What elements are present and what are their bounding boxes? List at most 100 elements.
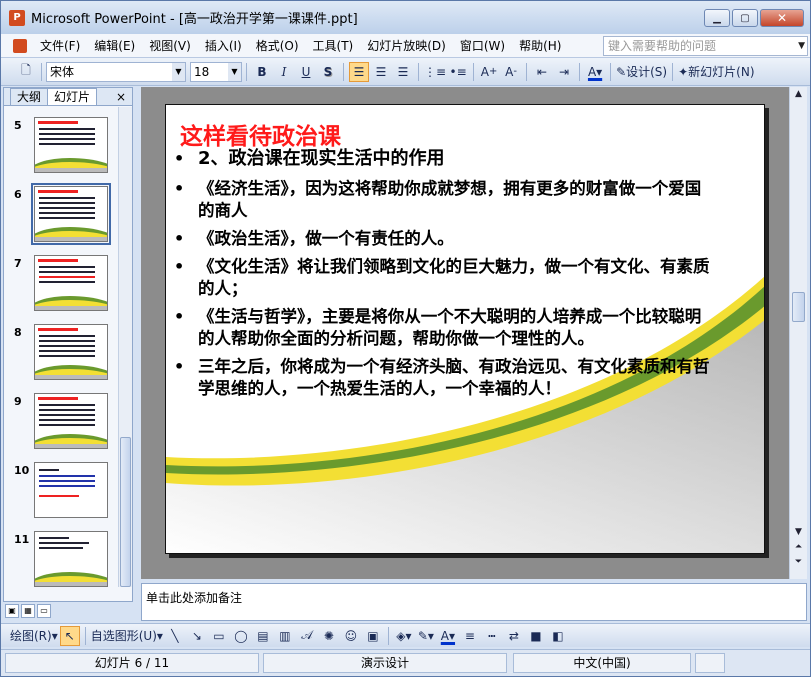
decrease-font-icon[interactable]: A- [501,62,521,82]
oval-icon[interactable]: ◯ [231,626,251,646]
chevron-down-icon[interactable]: ▼ [228,62,241,81]
diagram-icon[interactable]: ✺ [319,626,339,646]
slide-thumbnail[interactable]: 5 [10,117,110,177]
wordart-icon[interactable]: 𝒜 [297,626,317,646]
slide-thumbnail[interactable]: 10 [10,462,110,522]
scrollbar-thumb[interactable] [792,292,805,322]
arrow-icon[interactable]: ↘ [187,626,207,646]
textbox-icon[interactable]: ▤ [253,626,273,646]
slideshow-view-icon[interactable]: ▭ [37,604,51,618]
select-pointer-icon[interactable]: ↖ [59,625,80,646]
line-icon[interactable]: ╲ [165,626,185,646]
chevron-down-icon[interactable]: ▼ [798,37,805,55]
numbering-icon[interactable]: ⋮≡ [424,62,446,82]
scroll-up-icon[interactable]: ▲ [792,89,805,99]
close-pane-icon[interactable]: × [116,89,126,105]
help-placeholder: 键入需要帮助的问题 [608,39,717,53]
toolbar-separator [672,62,674,81]
underline-button[interactable]: U [296,62,316,82]
line-color-icon[interactable]: ✎▾ [416,626,436,646]
normal-view-icon[interactable]: ▣ [5,604,19,618]
draw-menu-button[interactable]: 绘图(R) ▾ [10,626,58,646]
font-size-select[interactable]: 18 ▼ [190,61,242,82]
drawing-toolbar: 绘图(R) ▾ ↖ 自选图形(U) ▾ ╲ ↘ ▭ ◯ ▤ ▥ 𝒜 ✺ ☺ ▣ ◈▾… [1,623,810,647]
slide-thumbnail[interactable]: 9 [10,393,110,453]
align-left-icon[interactable]: ☰ [349,61,369,82]
line-style-icon[interactable]: ≡ [460,626,480,646]
increase-font-icon[interactable]: A + [479,62,499,82]
scroll-down-icon[interactable]: ▼ [792,527,805,537]
menu-file[interactable]: 文件(F) [33,36,87,56]
close-button[interactable]: ✕ [760,9,804,27]
design-button[interactable]: ✎ 设计(S) [616,62,667,82]
slide-preview [34,324,108,380]
minimize-button[interactable]: ▁ [704,9,730,27]
slide-preview [31,183,111,245]
notes-pane[interactable]: 单击此处添加备注 [141,583,807,621]
bullets-icon[interactable]: •≡ [448,62,468,82]
rectangle-icon[interactable]: ▭ [209,626,229,646]
slide-title[interactable]: 这样看待政治课 [180,117,341,151]
slide-thumbnail[interactable]: 11 [10,531,110,587]
menu-format[interactable]: 格式(O) [249,36,306,56]
previous-slide-icon[interactable]: ⏶ [792,542,805,552]
slide-number: 7 [14,257,22,270]
font-color-icon[interactable]: A▾ [438,626,458,646]
tab-slides[interactable]: 幻灯片 [47,88,98,105]
window-controls: ▁ ▢ ✕ [704,9,804,27]
window-title: Microsoft PowerPoint - [高一政治开学第一课课件.ppt] [31,12,358,27]
shadow-style-icon[interactable]: ■ [526,626,546,646]
fill-color-icon[interactable]: ◈▾ [394,626,414,646]
slide-thumbnail[interactable]: 7 [10,255,110,315]
slide-thumbnail[interactable]: 8 [10,324,110,384]
vertical-textbox-icon[interactable]: ▥ [275,626,295,646]
font-color-icon[interactable]: A▾ [585,62,605,82]
menu-tools[interactable]: 工具(T) [306,36,361,56]
pane-tabs: 大纲 幻灯片 × [4,88,132,106]
italic-button[interactable]: I [274,62,294,82]
document-icon[interactable] [13,38,27,53]
menu-view[interactable]: 视图(V) [142,36,198,56]
toolbar-separator [387,626,389,645]
clipart-icon[interactable]: ☺ [341,626,361,646]
increase-indent-icon[interactable]: ⇥ [554,62,574,82]
bold-button[interactable]: B [252,62,272,82]
maximize-button[interactable]: ▢ [732,9,758,27]
slide-thumbnail-selected[interactable]: 6 [10,183,111,246]
autoshapes-button[interactable]: 自选图形(U) ▾ [91,626,163,646]
chevron-down-icon[interactable]: ▼ [172,62,185,81]
tab-outline[interactable]: 大纲 [10,88,49,105]
dash-style-icon[interactable]: ┅ [482,626,502,646]
decrease-indent-icon[interactable]: ⇤ [532,62,552,82]
menu-insert[interactable]: 插入(I) [198,36,249,56]
slide-sorter-icon[interactable]: ▦ [21,604,35,618]
menu-slideshow[interactable]: 幻灯片放映(D) [360,36,453,56]
slide-scrollbar[interactable]: ▲ ▼ ⏶ ⏷ [789,87,807,579]
3d-style-icon[interactable]: ◧ [548,626,568,646]
design-icon: ✎ [616,64,627,79]
help-search-input[interactable]: 键入需要帮助的问题 ▼ [603,36,808,56]
next-slide-icon[interactable]: ⏷ [792,557,805,567]
toolbar-separator [418,62,419,81]
menu-help[interactable]: 帮助(H) [512,36,568,56]
shadow-button[interactable]: S [318,62,338,82]
align-right-icon[interactable]: ☰ [393,62,413,82]
align-center-icon[interactable]: ☰ [371,62,391,82]
current-slide[interactable]: 这样看待政治课 2、政治课在现实生活中的作用 《经济生活》，因为这将帮助你成就梦… [165,104,765,554]
thumbnail-scrollbar[interactable] [118,107,132,587]
font-name-select[interactable]: 宋体 ▼ [46,61,186,82]
thumbnail-list: 5 6 7 8 9 10 11 [4,107,118,587]
toolbar-separator [473,62,475,81]
new-slide-button[interactable]: ✦ 新幻灯片(N) [678,62,754,82]
slide-preview [34,531,108,587]
powerpoint-icon[interactable]: P [9,9,25,26]
new-document-icon[interactable]: 🗋 [16,62,36,82]
menu-window[interactable]: 窗口(W) [453,36,512,56]
slide-body[interactable]: 2、政治课在现实生活中的作用 《经济生活》，因为这将帮助你成就梦想，拥有更多的财… [170,148,715,406]
arrow-style-icon[interactable]: ⇄ [504,626,524,646]
font-size-value: 18 [194,64,210,79]
picture-icon[interactable]: ▣ [363,626,383,646]
menu-bar: 文件(F) 编辑(E) 视图(V) 插入(I) 格式(O) 工具(T) 幻灯片放… [1,34,810,58]
menu-edit[interactable]: 编辑(E) [87,36,142,56]
scrollbar-thumb[interactable] [120,437,131,587]
